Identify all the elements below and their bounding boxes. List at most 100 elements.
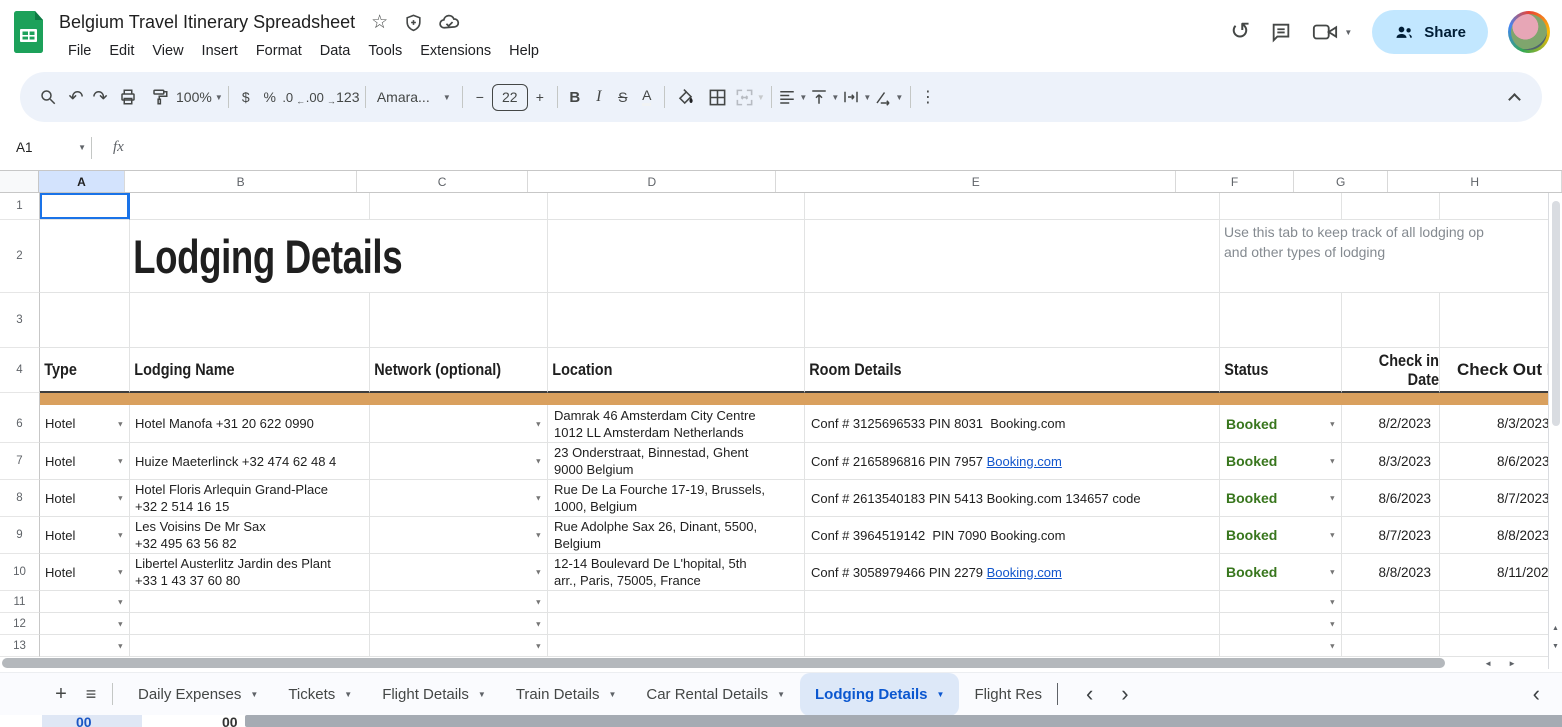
more-formats-button[interactable]: 123 (336, 80, 360, 114)
cell-location[interactable] (548, 591, 805, 613)
redo-icon[interactable]: ↷ (88, 80, 112, 114)
cell-room-details[interactable]: Conf # 3125696533 PIN 8031 Booking.com (805, 405, 1220, 443)
text-rotate-icon[interactable]: ▼ (873, 80, 905, 114)
active-cell-a1[interactable] (40, 193, 130, 220)
row-header[interactable] (0, 393, 40, 405)
star-icon[interactable]: ☆ (371, 11, 388, 34)
cell-type[interactable]: Hotel▼ (40, 554, 130, 591)
font-size-input[interactable]: 22 (492, 84, 528, 111)
row-header[interactable]: 9 (0, 517, 40, 554)
cell-location[interactable]: Rue De La Fourche 17-19, Brussels, 1000,… (548, 480, 805, 517)
cell[interactable] (1440, 193, 1562, 220)
cell-check-out[interactable] (1440, 591, 1562, 613)
tab-menu-icon[interactable]: ▼ (937, 690, 945, 699)
cell[interactable] (40, 293, 130, 348)
tab-tickets[interactable]: Tickets▼ (273, 673, 367, 716)
horizontal-align-icon[interactable]: ▼ (777, 80, 809, 114)
cell[interactable] (548, 293, 805, 348)
booking-link[interactable]: Booking.com (987, 454, 1062, 469)
cell-check-in[interactable]: 8/6/2023 (1342, 480, 1440, 517)
cell[interactable] (805, 193, 1220, 220)
cell-type[interactable]: Hotel▼ (40, 480, 130, 517)
cell-type[interactable]: ▼ (40, 591, 130, 613)
paint-format-icon[interactable] (144, 80, 176, 114)
text-color-button[interactable]: A (635, 80, 659, 114)
tab-menu-icon[interactable]: ▼ (777, 690, 785, 699)
dropdown-arrow-icon[interactable]: ▼ (535, 641, 542, 650)
cell[interactable] (370, 193, 548, 220)
row-header[interactable]: 2 (0, 220, 40, 293)
decrease-decimal-button[interactable]: .0← (282, 80, 306, 114)
search-icon[interactable] (32, 80, 64, 114)
tab-lodging-details[interactable]: Lodging Details▼ (800, 673, 959, 716)
dropdown-arrow-icon[interactable]: ▼ (1329, 494, 1336, 503)
cell-check-out[interactable]: 8/6/2023 (1440, 443, 1562, 480)
cell-lodging-name[interactable]: Hotel Manofa +31 20 622 0990 (130, 405, 370, 443)
cell-check-out[interactable]: 8/7/2023 (1440, 480, 1562, 517)
dropdown-arrow-icon[interactable]: ▼ (117, 641, 124, 650)
cell[interactable] (1440, 293, 1562, 348)
column-header-h[interactable]: H (1388, 171, 1562, 192)
cell[interactable] (1220, 293, 1342, 348)
sheets-logo-icon[interactable] (12, 10, 45, 59)
dropdown-arrow-icon[interactable]: ▼ (535, 531, 542, 540)
cell-check-in[interactable] (1342, 613, 1440, 635)
tab-flight-res[interactable]: Flight Res (959, 673, 1057, 716)
cell-check-in[interactable] (1342, 635, 1440, 657)
cell-location[interactable]: Damrak 46 Amsterdam City Centre 1012 LL … (548, 405, 805, 443)
header-status[interactable]: Status (1220, 348, 1342, 393)
dropdown-arrow-icon[interactable]: ▼ (535, 419, 542, 428)
cell[interactable] (1220, 193, 1342, 220)
dropdown-arrow-icon[interactable]: ▼ (117, 597, 124, 606)
cell[interactable] (1342, 193, 1440, 220)
tab-flight-details[interactable]: Flight Details▼ (367, 673, 501, 716)
name-box-dropdown-icon[interactable]: ▼ (78, 143, 86, 152)
menu-file[interactable]: File (59, 40, 100, 62)
cell[interactable] (548, 193, 805, 220)
cell-network[interactable]: ▼ (370, 443, 548, 480)
all-sheets-icon[interactable]: ≡ (76, 679, 106, 709)
row-header[interactable]: 7 (0, 443, 40, 480)
menu-view[interactable]: View (143, 40, 192, 62)
cell-type[interactable]: ▼ (40, 613, 130, 635)
percent-format-button[interactable]: % (258, 80, 282, 114)
cell-check-out[interactable]: 8/8/2023 (1440, 517, 1562, 554)
cell-room-details[interactable]: Conf # 2613540183 PIN 5413 Booking.com 1… (805, 480, 1220, 517)
divider-band[interactable] (40, 393, 1562, 405)
cell-check-in[interactable] (1342, 591, 1440, 613)
cell-lodging-name[interactable]: Huize Maeterlinck +32 474 62 48 4 (130, 443, 370, 480)
cell-room-details[interactable] (805, 613, 1220, 635)
dropdown-arrow-icon[interactable]: ▼ (117, 419, 124, 428)
scroll-left-icon[interactable]: ◄ (1484, 659, 1492, 668)
row-header[interactable]: 3 (0, 293, 40, 348)
cell-room-details[interactable]: Conf # 3058979466 PIN 2279 Booking.com (805, 554, 1220, 591)
hide-menus-icon[interactable] (1498, 80, 1530, 114)
cell-status[interactable]: ▼ (1220, 613, 1342, 635)
cell-lodging-name[interactable]: Libertel Austerlitz Jardin des Plant +33… (130, 554, 370, 591)
cell-status[interactable]: Booked▼ (1220, 405, 1342, 443)
sheet-title-cell[interactable]: Lodging Details (130, 220, 548, 293)
dropdown-arrow-icon[interactable]: ▼ (117, 494, 124, 503)
cell-check-out[interactable]: 8/11/2023 (1440, 554, 1562, 591)
vertical-scrollbar[interactable]: ▲ ▼ (1548, 193, 1562, 669)
video-dropdown-icon[interactable]: ▼ (1344, 28, 1352, 37)
row-header[interactable]: 4 (0, 348, 40, 393)
dropdown-arrow-icon[interactable]: ▼ (1329, 457, 1336, 466)
zoom-select[interactable]: 100%▼ (176, 80, 223, 114)
menu-help[interactable]: Help (500, 40, 548, 62)
cell[interactable] (370, 293, 548, 348)
row-header[interactable]: 1 (0, 193, 40, 220)
column-header-c[interactable]: C (357, 171, 529, 192)
cell-lodging-name[interactable]: Hotel Floris Arlequin Grand-Place +32 2 … (130, 480, 370, 517)
cell-type[interactable]: Hotel▼ (40, 443, 130, 480)
cell-check-in[interactable]: 8/7/2023 (1342, 517, 1440, 554)
header-room-details[interactable]: Room Details (805, 348, 1220, 393)
decrease-font-button[interactable]: − (468, 80, 492, 114)
cell-network[interactable]: ▼ (370, 613, 548, 635)
dropdown-arrow-icon[interactable]: ▼ (1329, 597, 1336, 606)
dropdown-arrow-icon[interactable]: ▼ (1329, 568, 1336, 577)
share-button[interactable]: Share (1372, 10, 1488, 54)
add-sheet-icon[interactable]: + (46, 679, 76, 709)
scroll-up-icon[interactable]: ▲ (1552, 625, 1559, 632)
cell-status[interactable]: Booked▼ (1220, 443, 1342, 480)
